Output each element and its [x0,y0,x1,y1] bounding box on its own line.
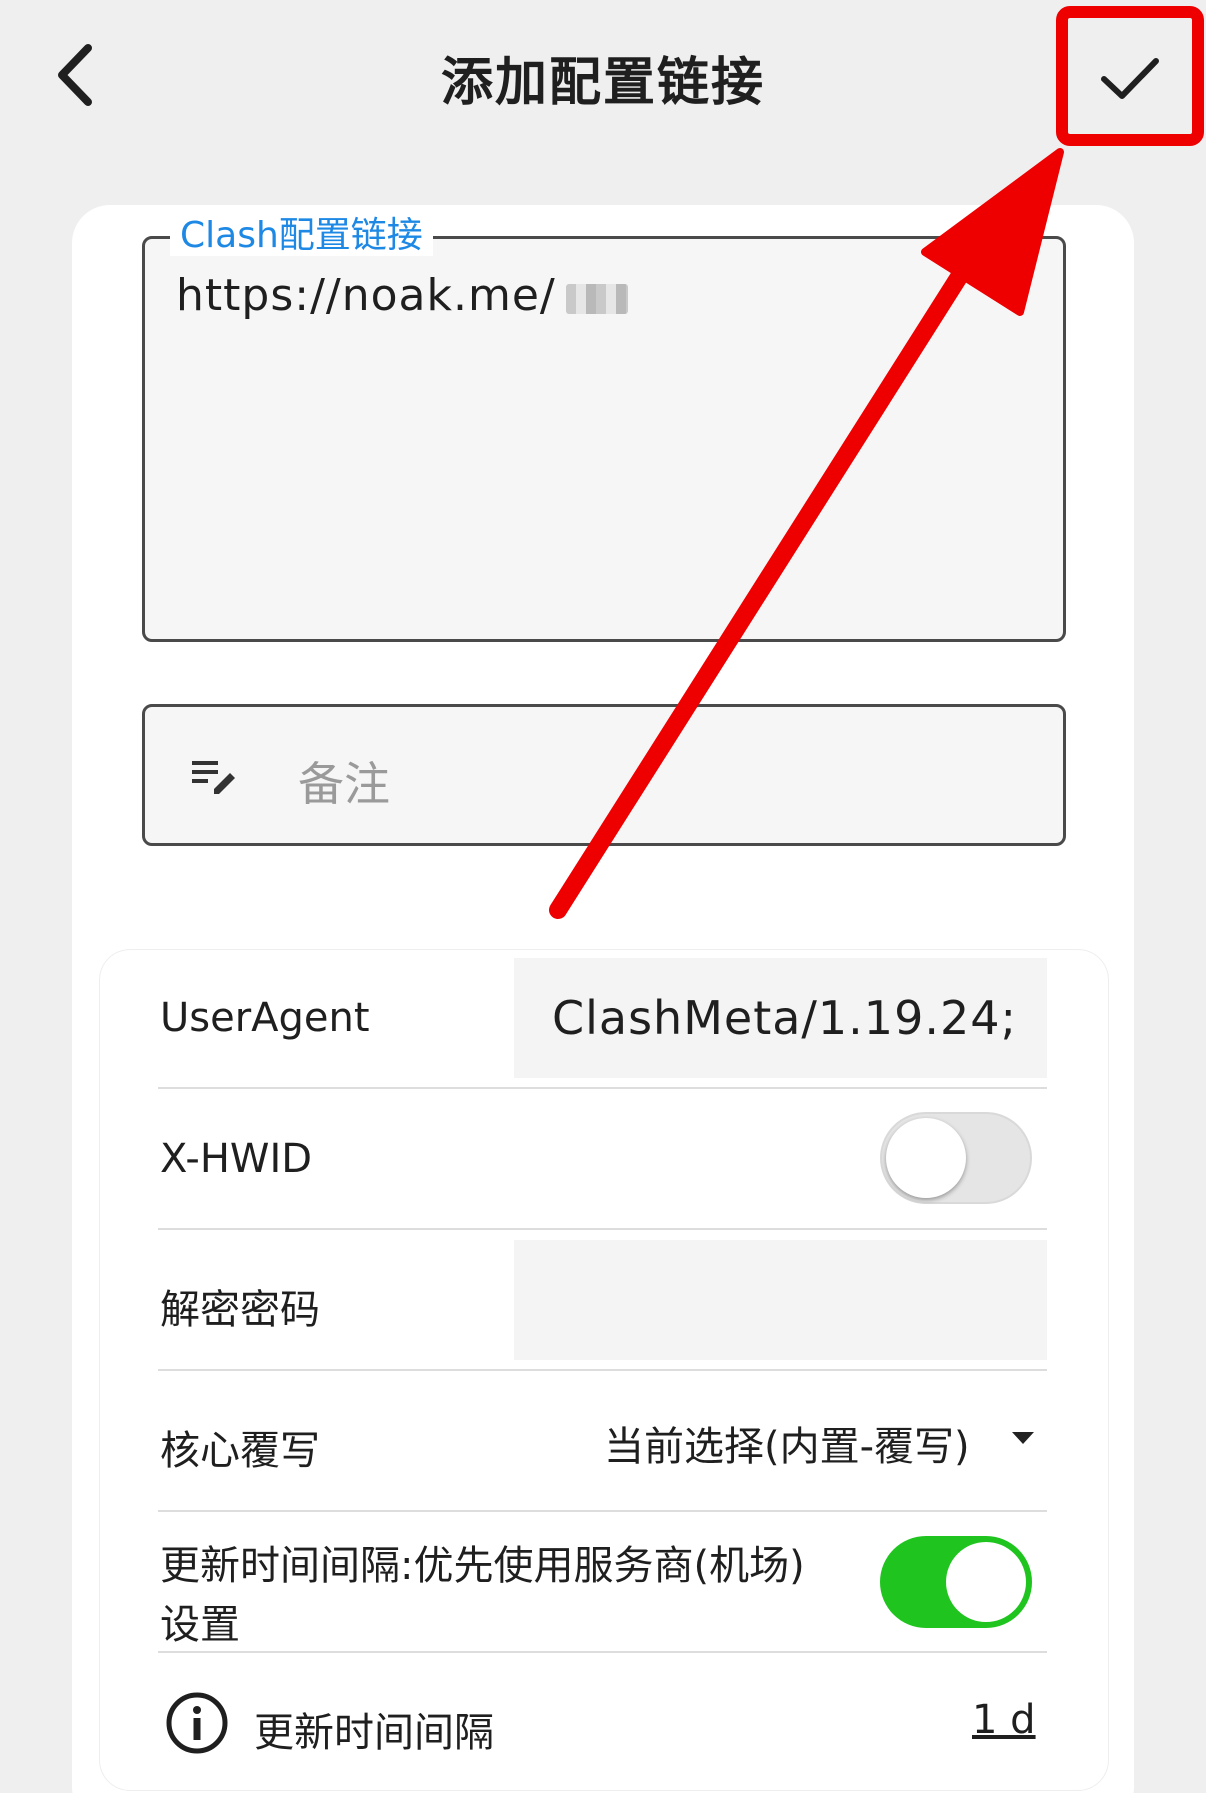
decrypt-password-input[interactable] [514,1240,1047,1360]
config-url-label: Clash配置链接 [170,216,433,256]
provider-interval-toggle[interactable] [880,1536,1032,1628]
update-interval-value[interactable]: 1 d [972,1697,1036,1743]
divider [158,1228,1047,1230]
divider [158,1087,1047,1089]
toggle-knob [946,1542,1026,1622]
hwid-label: X-HWID [160,1136,313,1182]
divider [158,1369,1047,1371]
toggle-knob [886,1118,966,1198]
decrypt-password-label: 解密密码 [160,1287,320,1333]
core-override-select[interactable]: 当前选择(内置-覆写) [604,1414,970,1472]
user-agent-input[interactable]: ClashMeta/1.19.24; [514,958,1047,1078]
provider-interval-label-line1: 更新时间间隔:优先使用服务商(机场) [160,1543,805,1589]
divider [158,1510,1047,1512]
config-url-value[interactable]: https://noak.me/ [176,270,556,321]
hwid-toggle[interactable] [880,1112,1032,1204]
note-edit-icon [192,761,235,794]
provider-interval-label-line2: 设置 [160,1602,240,1648]
redacted-text [566,284,628,314]
info-icon[interactable] [164,1690,230,1756]
top-app-bar: 添加配置链接 [0,0,1206,150]
annotation-highlight-box [1056,6,1204,146]
divider [158,1651,1047,1653]
note-placeholder: 备注 [298,757,390,811]
dropdown-caret-icon[interactable] [1012,1432,1034,1444]
note-field[interactable] [142,704,1066,846]
update-interval-label: 更新时间间隔 [254,1710,494,1756]
user-agent-label: UserAgent [160,995,370,1041]
page-title: 添加配置链接 [440,53,765,113]
core-override-label: 核心覆写 [160,1428,320,1474]
